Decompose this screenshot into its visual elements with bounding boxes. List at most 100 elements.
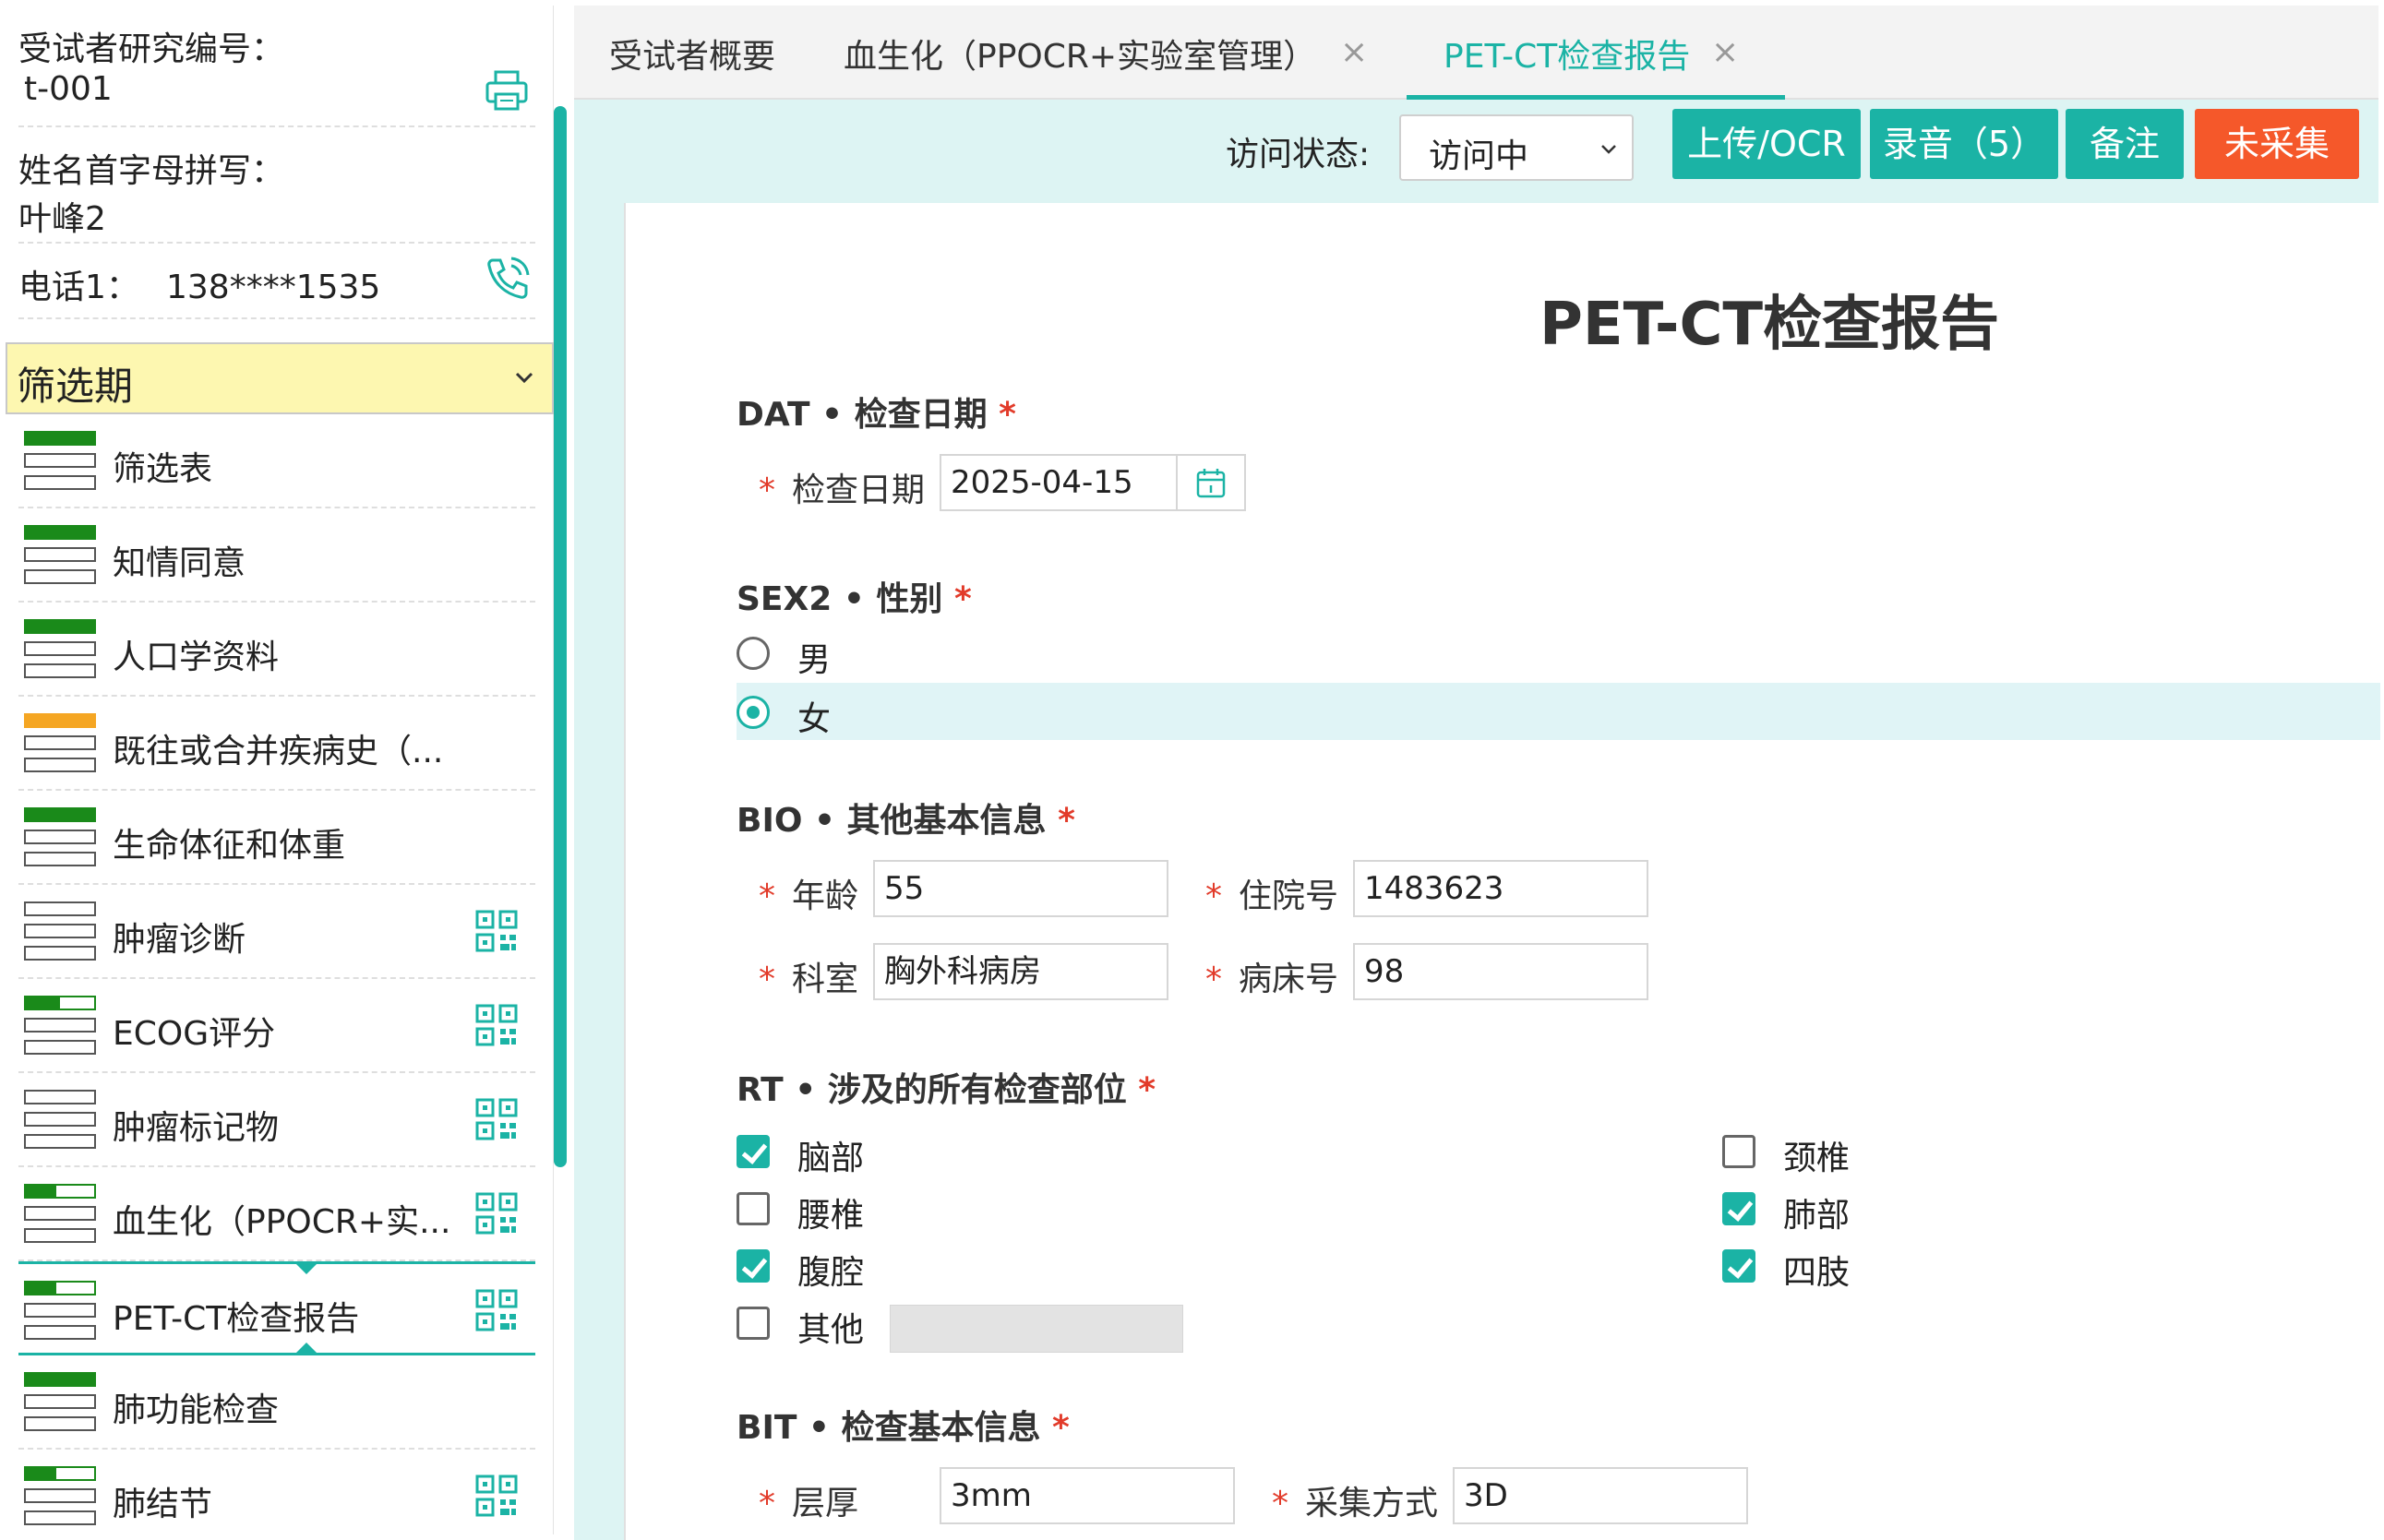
- active-item-marker: [294, 1261, 319, 1274]
- calendar-button[interactable]: [1176, 454, 1246, 511]
- form-list-item[interactable]: 肺结节: [18, 1450, 535, 1540]
- tab-blood-biochem[interactable]: 血生化（PPOCR+实验室管理）: [844, 30, 1316, 78]
- subject-phone-value: 138****1535: [166, 269, 381, 306]
- subject-id-block: 受试者研究编号： t-001: [18, 22, 535, 108]
- phone-call-icon[interactable]: [482, 253, 533, 304]
- acquisition-mode-label: * 采集方式: [1272, 1485, 1439, 1522]
- content-gutter: [574, 203, 624, 1540]
- checkbox-checked[interactable]: [737, 1135, 770, 1168]
- checkbox-checked[interactable]: [737, 1249, 770, 1283]
- form-list-item-label: ECOG评分: [113, 1015, 276, 1053]
- radio-button[interactable]: [737, 637, 770, 670]
- chevron-down-icon: [515, 372, 533, 384]
- toolbar: 访问状态: 访问中 上传/OCR 录音（5） 备注 未采集: [574, 100, 2378, 203]
- slice-thickness-input[interactable]: 3mm: [940, 1467, 1235, 1524]
- age-input[interactable]: 55: [873, 860, 1168, 917]
- form-list-item[interactable]: ECOG评分: [18, 979, 535, 1073]
- form-progress-icon: [24, 1281, 96, 1343]
- form-progress-icon: [24, 1372, 96, 1435]
- qr-code-icon[interactable]: [474, 1288, 519, 1332]
- subject-id-label: 受试者研究编号：: [18, 30, 285, 68]
- sex-option-male[interactable]: 男: [737, 624, 2380, 681]
- tab-bar: 受试者概要 血生化（PPOCR+实验室管理） × PET-CT检查报告 ×: [574, 6, 2378, 100]
- sex-option-female[interactable]: 女: [737, 683, 2380, 740]
- qr-code-icon[interactable]: [474, 909, 519, 953]
- form-progress-icon: [24, 996, 96, 1058]
- visit-status-select[interactable]: 访问中: [1399, 114, 1634, 181]
- recording-button[interactable]: 录音（5）: [1870, 109, 2058, 179]
- form-list-item[interactable]: 肿瘤标记物: [18, 1073, 535, 1167]
- bed-no-label: * 病床号: [1205, 961, 1339, 998]
- bed-no-input[interactable]: 98: [1353, 943, 1648, 1000]
- form-progress-icon: [24, 525, 96, 588]
- form-list-item[interactable]: 血生化（PPOCR+实...: [18, 1167, 535, 1261]
- form-list-item-label: 肺结节: [113, 1486, 213, 1523]
- section-rt-title: RT • 涉及的所有检查部位 *: [737, 1071, 1156, 1109]
- age-label: * 年龄: [759, 877, 859, 915]
- form-progress-icon: [24, 619, 96, 682]
- form-list-item-label: 筛选表: [113, 450, 213, 488]
- subject-initials-value: 叶峰2: [18, 200, 106, 238]
- calendar-icon: [1196, 469, 1226, 498]
- qr-code-icon[interactable]: [474, 1191, 519, 1236]
- checkbox-checked[interactable]: [1722, 1249, 1755, 1283]
- radio-button-selected[interactable]: [737, 696, 770, 729]
- form-list-item[interactable]: 生命体征和体重: [18, 791, 535, 885]
- form-list-item[interactable]: 既往或合并疾病史（...: [18, 697, 535, 791]
- admission-no-label: * 住院号: [1205, 877, 1339, 915]
- form-list-item[interactable]: 人口学资料: [18, 603, 535, 697]
- note-button[interactable]: 备注: [2066, 109, 2184, 179]
- department-input[interactable]: 胸外科病房: [873, 943, 1168, 1000]
- checkbox-checked[interactable]: [1722, 1192, 1755, 1225]
- checkbox[interactable]: [1722, 1135, 1755, 1168]
- rt-option-label: 脑部: [797, 1140, 865, 1177]
- form-list-item[interactable]: 肺功能检查: [18, 1355, 535, 1450]
- qr-code-icon[interactable]: [474, 1474, 519, 1518]
- form-list-item-label: 生命体征和体重: [113, 827, 346, 865]
- form-list-item[interactable]: 肿瘤诊断: [18, 885, 535, 979]
- upload-ocr-button[interactable]: 上传/OCR: [1672, 109, 1861, 179]
- form-progress-icon: [24, 431, 96, 494]
- section-bio-title: BIO • 其他基本信息 *: [737, 802, 1075, 840]
- tab-subject-overview[interactable]: 受试者概要: [609, 30, 775, 78]
- form-list-item-label: 既往或合并疾病史（...: [113, 733, 444, 770]
- form-list-item[interactable]: 知情同意: [18, 508, 535, 603]
- qr-code-icon[interactable]: [474, 1003, 519, 1047]
- visit-status-value: 访问中: [1429, 137, 1529, 175]
- exam-date-label: * 检查日期: [759, 472, 926, 509]
- rt-option-label: 腰椎: [797, 1197, 865, 1235]
- rt-option-label: 四肢: [1783, 1254, 1851, 1292]
- exam-date-input[interactable]: 2025-04-15: [940, 454, 1178, 511]
- form-list-item-label: 知情同意: [113, 544, 246, 582]
- form-list-item-label: 血生化（PPOCR+实...: [113, 1203, 451, 1241]
- admission-no-input[interactable]: 1483623: [1353, 860, 1648, 917]
- rt-option-label: 其他: [797, 1311, 865, 1349]
- section-dat-title: DAT • 检查日期 *: [737, 396, 1016, 434]
- checkbox[interactable]: [737, 1192, 770, 1225]
- subject-id-value: t-001: [24, 70, 113, 108]
- sidebar-scrollbar[interactable]: [554, 106, 567, 1167]
- sidebar: 受试者研究编号： t-001 姓名首字母拼写： 叶峰2 电话1： 138****…: [6, 6, 554, 1534]
- form-list-item-label: PET-CT检查报告: [113, 1300, 360, 1338]
- close-icon[interactable]: ×: [1340, 33, 1368, 71]
- form-list-item-label: 肿瘤标记物: [113, 1109, 280, 1147]
- printer-icon[interactable]: [484, 68, 530, 114]
- form-list-item-label: 肿瘤诊断: [113, 921, 246, 959]
- subject-phone-block: 电话1： 138****1535: [18, 260, 535, 308]
- acquisition-mode-input[interactable]: 3D: [1453, 1467, 1748, 1524]
- uncollected-button[interactable]: 未采集: [2195, 109, 2359, 179]
- form-title: PET-CT检查报告: [1539, 291, 2000, 359]
- slice-thickness-label: * 层厚: [759, 1485, 859, 1522]
- subject-initials-block: 姓名首字母拼写： 叶峰2: [18, 144, 535, 240]
- close-icon[interactable]: ×: [1711, 33, 1739, 71]
- tab-pet-ct-report[interactable]: PET-CT检查报告: [1444, 30, 1690, 78]
- rt-option-label: 肺部: [1783, 1197, 1851, 1235]
- phase-selector[interactable]: 筛选期: [6, 342, 554, 414]
- form-list-item[interactable]: 筛选表: [18, 414, 535, 508]
- form-list-item[interactable]: PET-CT检查报告: [18, 1261, 535, 1355]
- qr-code-icon[interactable]: [474, 1097, 519, 1141]
- form-progress-icon: [24, 1466, 96, 1529]
- checkbox[interactable]: [737, 1307, 770, 1340]
- visit-status-label: 访问状态:: [1226, 136, 1371, 173]
- section-sex-title: SEX2 • 性别 *: [737, 580, 972, 618]
